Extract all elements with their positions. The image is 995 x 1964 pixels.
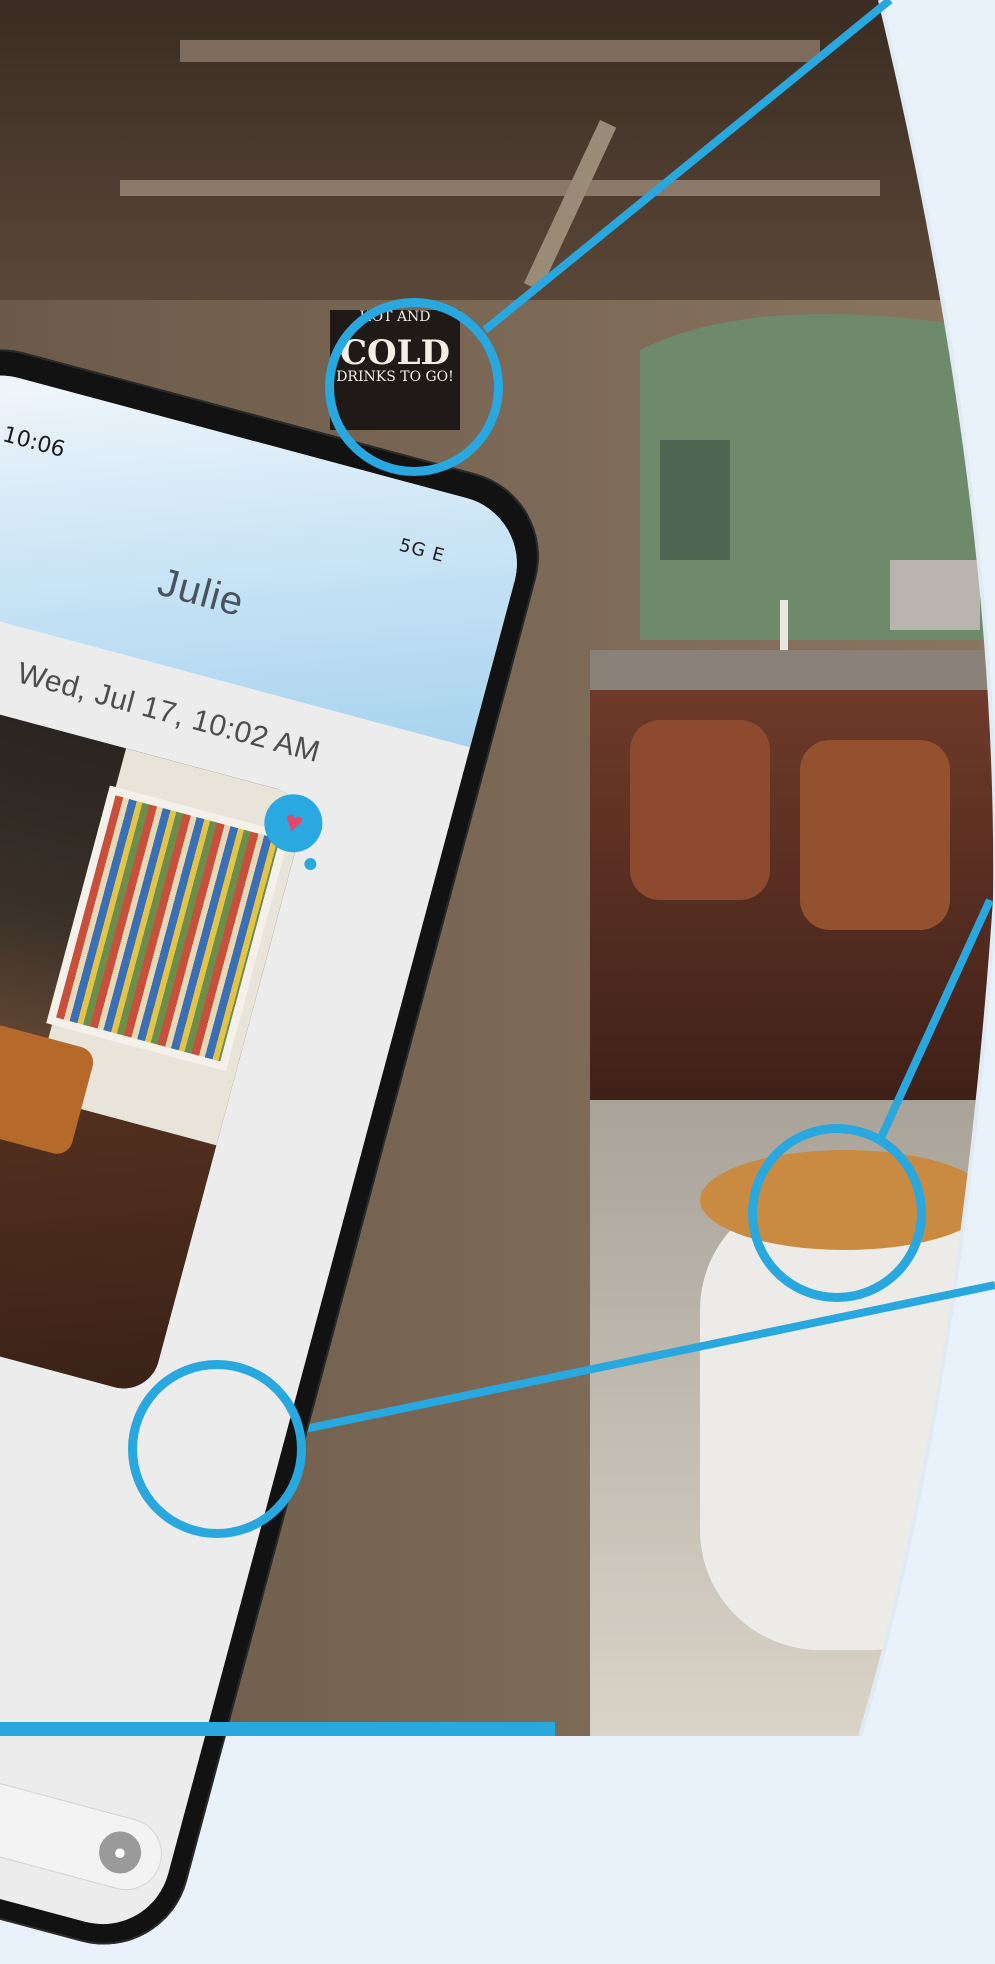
ceiling-beam (180, 40, 820, 62)
counter-top (590, 650, 995, 690)
callout-circle-photo (128, 1360, 306, 1538)
callout-circle-cup (748, 1124, 926, 1302)
bottom-accent-bar (0, 1722, 555, 1736)
bar-stool (630, 720, 770, 900)
coffee-machine (890, 560, 980, 630)
bar-stool (800, 740, 950, 930)
tank-hatch (660, 440, 730, 560)
ceiling-pipe (120, 180, 880, 196)
mic-icon[interactable]: ● (94, 1826, 146, 1879)
callout-circle-sign (325, 298, 503, 476)
